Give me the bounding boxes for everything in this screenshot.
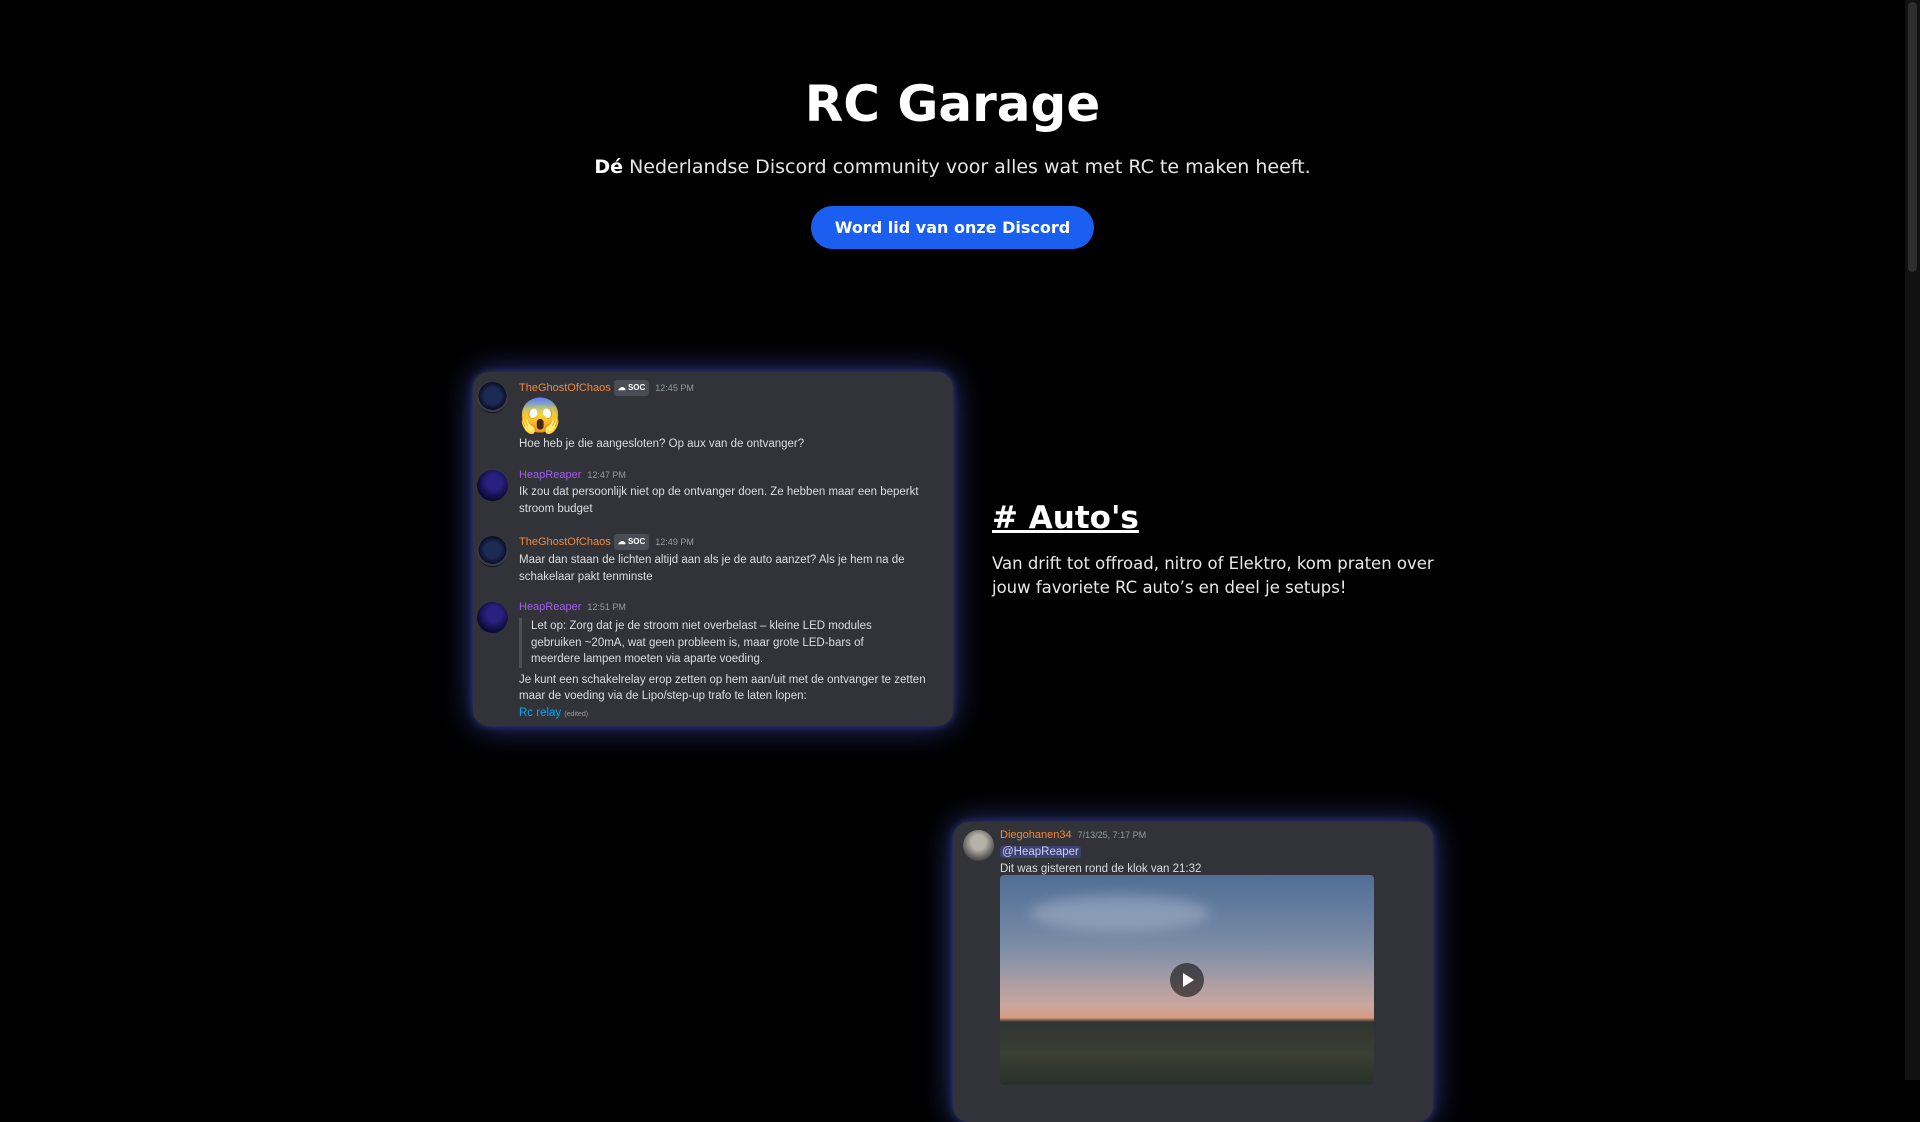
feature-description: Van drift tot offroad, nitro of Elektro,… xyxy=(992,554,1434,597)
message-text: Maar dan staan de lichten altijd aan als… xyxy=(519,554,905,583)
avatar xyxy=(477,536,508,567)
edited-label: (edited) xyxy=(564,710,589,718)
video-attachment[interactable] xyxy=(1000,875,1374,1085)
message-time: 7/13/25, 7:17 PM xyxy=(1077,830,1147,840)
message-author: HeapReaper xyxy=(519,601,582,613)
message-time: 12:49 PM xyxy=(655,537,694,547)
message-quote: Let op: Zorg dat je de stroom niet overb… xyxy=(519,618,937,668)
tagline-bold: Dé xyxy=(594,156,624,178)
scrollbar-thumb[interactable] xyxy=(1908,2,1917,272)
server-tag: ☁ SOC xyxy=(613,380,650,396)
message-author: Diegohanen34 xyxy=(1000,829,1072,841)
feature-heading[interactable]: # Auto's xyxy=(992,498,1442,538)
chat-screenshot-card: TheGhostOfChaos ☁ SOC 12:45 PM 😱 Hoe heb j… xyxy=(473,372,953,726)
message-author: HeapReaper xyxy=(519,469,582,481)
message-time: 12:51 PM xyxy=(587,602,626,612)
avatar xyxy=(477,602,508,633)
message-text: Hoe heb je die aangesloten? Op aux van d… xyxy=(519,438,805,450)
scream-emoji-icon: 😱 xyxy=(519,397,562,435)
join-discord-button[interactable]: Word lid van onze Discord xyxy=(810,206,1095,249)
play-icon[interactable] xyxy=(1170,963,1204,997)
rc-relay-link[interactable]: Rc relay xyxy=(519,707,561,719)
page-title: RC Garage xyxy=(804,75,1101,133)
message-time: 12:45 PM xyxy=(655,383,694,393)
avatar xyxy=(477,382,508,413)
message-text: Je kunt een schakelrelay erop zetten op … xyxy=(519,673,926,703)
message-author: TheGhostOfChaos xyxy=(519,536,611,548)
message-time: 12:47 PM xyxy=(587,470,626,480)
user-mention[interactable]: @HeapReaper xyxy=(1000,846,1081,858)
avatar xyxy=(477,470,508,501)
tagline-text: Nederlandse Discord community voor alles… xyxy=(623,156,1311,178)
feature-autos: # Auto's Van drift tot offroad, nitro of… xyxy=(992,498,1442,600)
scrollbar[interactable] xyxy=(1905,0,1920,1080)
avatar xyxy=(963,830,994,861)
message-text: Ik zou dat persoonlijk niet op de ontvan… xyxy=(519,486,919,515)
hero: RC Garage Dé Nederlandse Discord communi… xyxy=(0,70,1905,249)
server-tag: ☁ SOC xyxy=(613,534,650,550)
video-thumbnail xyxy=(1030,895,1210,931)
message-author: TheGhostOfChaos xyxy=(519,382,611,394)
chat-screenshot-card: Diegohanen34 7/13/25, 7:17 PM @HeapReaper… xyxy=(953,822,1433,1122)
tagline: Dé Nederlandse Discord community voor al… xyxy=(0,156,1905,178)
